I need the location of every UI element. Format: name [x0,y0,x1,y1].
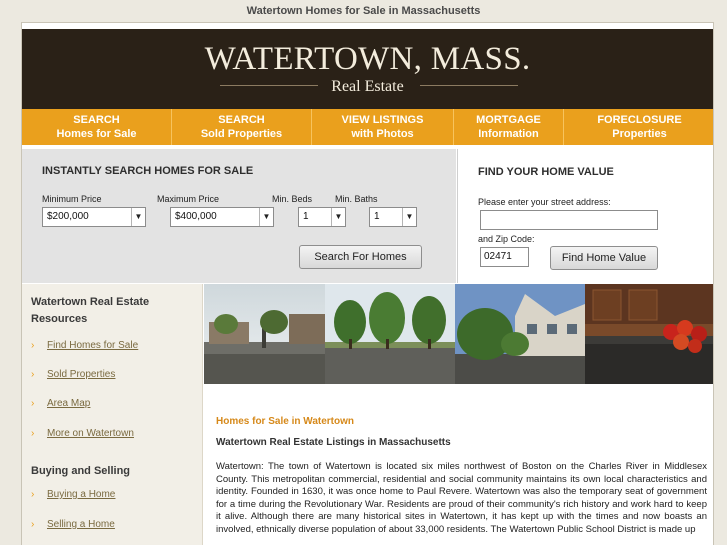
site-banner: WATERTOWN, MASS. Real Estate [22,29,713,109]
chevron-right-icon: › [31,519,35,530]
nav-mortgage[interactable]: MORTGAGE Information [454,109,564,145]
sidebar-link-label: Buying a Home [47,489,116,500]
nav-item-line2: Information [478,128,539,140]
sidebar-heading-buying-selling: Buying and Selling [31,465,131,477]
nav-item-line1: SEARCH [218,114,265,126]
home-value-panel: FIND YOUR HOME VALUE Please enter your s… [457,149,713,283]
sidebar: Watertown Real Estate Resources › Find Ho… [22,284,203,545]
home-value-heading: FIND YOUR HOME VALUE [478,166,614,178]
nav-foreclosure[interactable]: FORECLOSURE Properties [564,109,713,145]
search-heading: INSTANTLY SEARCH HOMES FOR SALE [42,165,254,177]
min-beds-label: Min. Beds [272,194,313,204]
sidebar-link-label: Selling a Home [47,519,115,530]
page-container: WATERTOWN, MASS. Real Estate SEARCH Home… [21,22,714,545]
sidebar-link-label: Sold Properties [47,369,116,380]
nav-item-line1: MORTGAGE [476,114,541,126]
chevron-right-icon: › [31,340,35,351]
chevron-right-icon: › [31,398,35,409]
main-content: Homes for Sale in Watertown Watertown Re… [204,384,713,545]
banner-rule-right [420,85,518,86]
nav-item-line1: SEARCH [73,114,120,126]
sidebar-heading-resources: Watertown Real Estate Resources [31,296,150,325]
street-address-input[interactable] [480,210,658,230]
address-label: Please enter your street address: [478,197,611,207]
nav-item-line1: VIEW LISTINGS [341,114,424,126]
nav-item-line2: Properties [612,128,667,140]
chevron-right-icon: › [31,428,35,439]
nav-search-sold[interactable]: SEARCH Sold Properties [172,109,312,145]
find-home-value-button[interactable]: Find Home Value [550,246,658,270]
chevron-right-icon: › [31,369,35,380]
sidebar-link-label: More on Watertown [47,428,134,439]
chevron-down-icon: ▼ [131,208,145,226]
nav-view-listings[interactable]: VIEW LISTINGS with Photos [312,109,454,145]
townhouses-photo [455,284,585,384]
max-price-label: Maximum Price [157,194,220,204]
search-homes-button[interactable]: Search For Homes [299,245,422,269]
chevron-down-icon: ▼ [259,208,273,226]
min-price-value: $200,000 [47,211,89,222]
home-search-panel: INSTANTLY SEARCH HOMES FOR SALE Minimum … [22,149,456,283]
sidebar-link-area-map[interactable]: › Area Map [31,398,90,409]
zip-label: and Zip Code: [478,234,535,244]
chevron-down-icon: ▼ [402,208,416,226]
min-baths-select[interactable]: 1 ▼ [369,207,417,227]
page-title: Watertown Homes for Sale in Massachusett… [246,5,481,17]
sidebar-link-find-homes[interactable]: › Find Homes for Sale [31,340,138,351]
content-body: Watertown: The town of Watertown is loca… [216,461,707,535]
trees-photo [325,284,455,384]
site-subtitle: Real Estate [331,78,404,95]
nav-item-line2: Sold Properties [200,128,283,140]
max-price-value: $400,000 [175,211,217,222]
sidebar-link-selling-home[interactable]: › Selling a Home [31,519,115,530]
sidebar-link-sold-properties[interactable]: › Sold Properties [31,369,115,380]
photo-strip [204,284,713,384]
street-photo [204,284,325,384]
nav-item-line1: FORECLOSURE [597,114,682,126]
content-subheading: Watertown Real Estate Listings in Massac… [216,437,451,448]
min-price-select[interactable]: $200,000 ▼ [42,207,146,227]
main-nav: SEARCH Homes for Sale SEARCH Sold Proper… [22,109,713,145]
sidebar-link-buying-home[interactable]: › Buying a Home [31,489,115,500]
chevron-down-icon: ▼ [331,208,345,226]
min-price-label: Minimum Price [42,194,102,204]
sidebar-link-label: Area Map [47,398,91,409]
sidebar-link-more-watertown[interactable]: › More on Watertown [31,428,134,439]
site-title: WATERTOWN, MASS. [204,41,531,77]
zip-code-input[interactable]: 02471 [480,247,529,267]
kitchen-photo [585,284,713,384]
max-price-select[interactable]: $400,000 ▼ [170,207,274,227]
min-beds-value: 1 [303,211,309,222]
nav-item-line2: Homes for Sale [56,128,137,140]
min-baths-value: 1 [374,211,380,222]
nav-item-line2: with Photos [351,128,414,140]
sidebar-link-label: Find Homes for Sale [47,340,139,351]
nav-search-homes[interactable]: SEARCH Homes for Sale [22,109,172,145]
chevron-right-icon: › [31,489,35,500]
content-heading: Homes for Sale in Watertown [216,416,354,427]
min-baths-label: Min. Baths [335,194,378,204]
min-beds-select[interactable]: 1 ▼ [298,207,346,227]
